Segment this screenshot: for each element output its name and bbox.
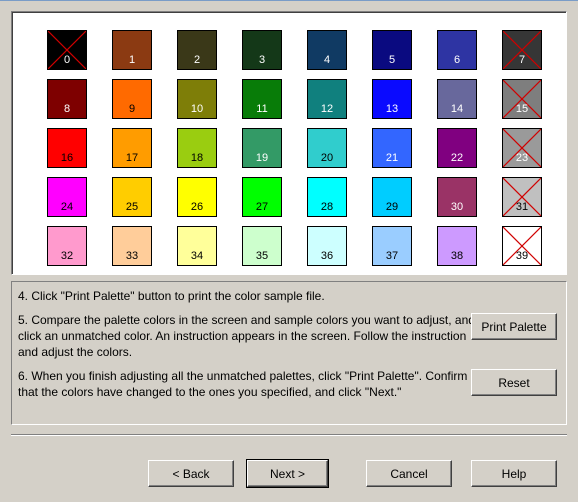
palette-panel: 0 1 2 3 4 5 6 7 8 9 10 11 12 13 14 15 16 17 18 19 20 21 22 23 24… bbox=[11, 11, 567, 275]
palette-swatch-number: 10 bbox=[190, 103, 204, 115]
palette-swatch-31[interactable]: 31 bbox=[502, 177, 542, 217]
palette-swatch-number: 38 bbox=[450, 250, 464, 262]
palette-swatch-17[interactable]: 17 bbox=[112, 128, 152, 168]
palette-swatch-number: 36 bbox=[320, 250, 334, 262]
palette-swatch-number: 16 bbox=[60, 152, 74, 164]
palette-swatch-37[interactable]: 37 bbox=[372, 226, 412, 266]
palette-swatch-18[interactable]: 18 bbox=[177, 128, 217, 168]
palette-swatch-number: 18 bbox=[190, 152, 204, 164]
instruction-step-4: 4. Click "Print Palette" button to print… bbox=[18, 289, 325, 303]
palette-swatch-22[interactable]: 22 bbox=[437, 128, 477, 168]
palette-swatch-8[interactable]: 8 bbox=[47, 79, 87, 119]
palette-swatch-number: 2 bbox=[193, 54, 201, 66]
palette-swatch-30[interactable]: 30 bbox=[437, 177, 477, 217]
palette-swatch-number: 1 bbox=[128, 54, 136, 66]
palette-swatch-20[interactable]: 20 bbox=[307, 128, 347, 168]
palette-swatch-number: 29 bbox=[385, 201, 399, 213]
palette-swatch-1[interactable]: 1 bbox=[112, 30, 152, 70]
reset-button[interactable]: Reset bbox=[471, 369, 557, 396]
palette-swatch-0[interactable]: 0 bbox=[47, 30, 87, 70]
palette-swatch-number: 24 bbox=[60, 201, 74, 213]
palette-swatch-24[interactable]: 24 bbox=[47, 177, 87, 217]
palette-swatch-number: 12 bbox=[320, 103, 334, 115]
print-palette-button[interactable]: Print Palette bbox=[471, 313, 557, 340]
cancel-button[interactable]: Cancel bbox=[366, 460, 452, 487]
palette-swatch-number: 17 bbox=[125, 152, 139, 164]
palette-swatch-number: 0 bbox=[63, 54, 71, 66]
palette-swatch-number: 11 bbox=[256, 103, 268, 115]
back-button[interactable]: < Back bbox=[148, 460, 234, 487]
palette-swatch-32[interactable]: 32 bbox=[47, 226, 87, 266]
palette-swatch-12[interactable]: 12 bbox=[307, 79, 347, 119]
next-button[interactable]: Next > bbox=[246, 459, 329, 488]
palette-swatch-number: 5 bbox=[388, 54, 396, 66]
palette-swatch-number: 9 bbox=[128, 103, 136, 115]
palette-swatch-number: 21 bbox=[385, 152, 399, 164]
palette-swatch-number: 28 bbox=[320, 201, 334, 213]
palette-swatch-number: 32 bbox=[60, 250, 74, 262]
palette-swatch-35[interactable]: 35 bbox=[242, 226, 282, 266]
palette-swatch-number: 8 bbox=[63, 103, 71, 115]
palette-swatch-10[interactable]: 10 bbox=[177, 79, 217, 119]
palette-swatch-23[interactable]: 23 bbox=[502, 128, 542, 168]
palette-swatch-number: 27 bbox=[255, 201, 269, 213]
palette-swatch-19[interactable]: 19 bbox=[242, 128, 282, 168]
palette-swatch-3[interactable]: 3 bbox=[242, 30, 282, 70]
palette-swatch-21[interactable]: 21 bbox=[372, 128, 412, 168]
button-separator bbox=[11, 434, 567, 436]
palette-swatch-number: 31 bbox=[515, 201, 529, 213]
help-button[interactable]: Help bbox=[471, 460, 557, 487]
palette-swatch-number: 19 bbox=[255, 152, 269, 164]
palette-swatch-number: 20 bbox=[320, 152, 334, 164]
palette-swatch-36[interactable]: 36 bbox=[307, 226, 347, 266]
palette-swatch-number: 14 bbox=[450, 103, 464, 115]
palette-swatch-number: 13 bbox=[385, 103, 399, 115]
palette-swatch-7[interactable]: 7 bbox=[502, 30, 542, 70]
palette-swatch-26[interactable]: 26 bbox=[177, 177, 217, 217]
palette-swatch-number: 22 bbox=[450, 152, 464, 164]
instruction-step-5: 5. Compare the palette colors in the scr… bbox=[18, 313, 475, 359]
palette-swatch-29[interactable]: 29 bbox=[372, 177, 412, 217]
palette-swatch-4[interactable]: 4 bbox=[307, 30, 347, 70]
palette-swatch-5[interactable]: 5 bbox=[372, 30, 412, 70]
palette-swatch-number: 35 bbox=[255, 250, 269, 262]
palette-swatch-number: 4 bbox=[323, 54, 331, 66]
palette-swatch-number: 37 bbox=[385, 250, 399, 262]
palette-swatch-13[interactable]: 13 bbox=[372, 79, 412, 119]
palette-swatch-25[interactable]: 25 bbox=[112, 177, 152, 217]
palette-swatch-16[interactable]: 16 bbox=[47, 128, 87, 168]
palette-swatch-number: 23 bbox=[515, 152, 529, 164]
palette-swatch-number: 33 bbox=[125, 250, 139, 262]
instruction-panel: 4. Click "Print Palette" button to print… bbox=[11, 281, 567, 425]
palette-swatch-number: 39 bbox=[515, 250, 529, 262]
palette-swatch-27[interactable]: 27 bbox=[242, 177, 282, 217]
palette-swatch-15[interactable]: 15 bbox=[502, 79, 542, 119]
window-top-border bbox=[0, 0, 578, 1]
palette-swatch-number: 30 bbox=[450, 201, 464, 213]
palette-swatch-number: 7 bbox=[518, 54, 526, 66]
palette-swatch-34[interactable]: 34 bbox=[177, 226, 217, 266]
palette-swatch-number: 6 bbox=[453, 54, 461, 66]
palette-swatch-number: 3 bbox=[258, 54, 266, 66]
palette-swatch-38[interactable]: 38 bbox=[437, 226, 477, 266]
palette-swatch-number: 15 bbox=[515, 103, 529, 115]
palette-swatch-number: 34 bbox=[190, 250, 204, 262]
palette-swatch-number: 26 bbox=[190, 201, 204, 213]
palette-grid: 0 1 2 3 4 5 6 7 8 9 10 11 12 13 14 15 16 17 18 19 20 21 22 23 24… bbox=[47, 30, 542, 266]
palette-swatch-number: 25 bbox=[125, 201, 139, 213]
palette-swatch-39[interactable]: 39 bbox=[502, 226, 542, 266]
instruction-step-6: 6. When you finish adjusting all the unm… bbox=[18, 369, 468, 399]
palette-swatch-33[interactable]: 33 bbox=[112, 226, 152, 266]
palette-swatch-11[interactable]: 11 bbox=[242, 79, 282, 119]
palette-swatch-6[interactable]: 6 bbox=[437, 30, 477, 70]
palette-swatch-14[interactable]: 14 bbox=[437, 79, 477, 119]
palette-swatch-2[interactable]: 2 bbox=[177, 30, 217, 70]
palette-swatch-28[interactable]: 28 bbox=[307, 177, 347, 217]
palette-swatch-9[interactable]: 9 bbox=[112, 79, 152, 119]
